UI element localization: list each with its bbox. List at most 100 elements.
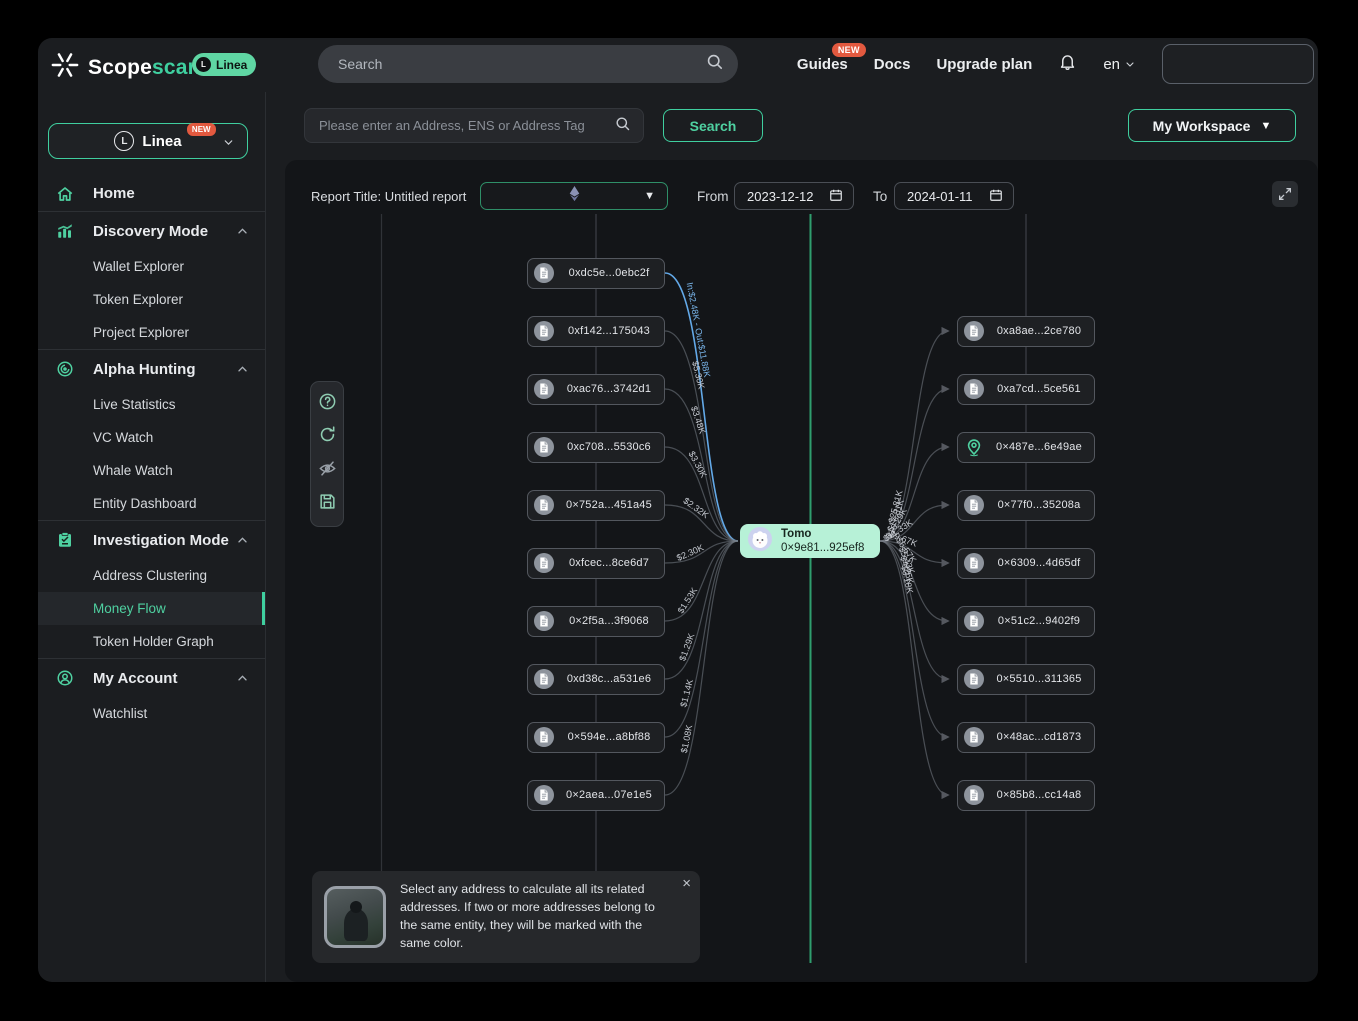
flow-edge-in[interactable] <box>665 541 738 795</box>
nav-guides[interactable]: Guides NEW <box>797 56 848 73</box>
global-search-input[interactable] <box>338 56 705 72</box>
sidebar-item-entity-dashboard[interactable]: Entity Dashboard <box>38 487 265 520</box>
sidebar-item-wallet-explorer[interactable]: Wallet Explorer <box>38 250 265 283</box>
address-node-in[interactable]: 0xc708...5530c6 <box>527 432 665 463</box>
brand-name: Scopescan <box>88 56 201 80</box>
from-date-picker[interactable]: 2023-12-12 <box>734 182 854 210</box>
chevron-down-icon <box>1124 58 1136 70</box>
document-icon <box>534 669 554 689</box>
address-node-out[interactable]: 0×6309...4d65df <box>957 548 1095 579</box>
network-selector[interactable]: L Linea NEW <box>48 123 248 159</box>
notifications-bell-icon[interactable] <box>1058 52 1077 76</box>
close-icon[interactable]: × <box>682 876 691 891</box>
eye-off-icon <box>318 459 337 483</box>
top-navigation: Guides NEW Docs Upgrade plan en <box>797 44 1314 84</box>
address-node-out[interactable]: 0×85b8...cc14a8 <box>957 780 1095 811</box>
expand-icon <box>1277 186 1293 202</box>
eth-token-icon <box>569 185 580 207</box>
sidebar-item-investigation-mode[interactable]: Investigation Mode <box>38 521 265 559</box>
address-search-input[interactable] <box>319 118 614 133</box>
eye-off-tool-button[interactable] <box>316 460 338 482</box>
sidebar-item-live-statistics[interactable]: Live Statistics <box>38 388 265 421</box>
network-badge: L Linea <box>192 53 256 76</box>
sidebar-item-vc-watch[interactable]: VC Watch <box>38 421 265 454</box>
address-node-out[interactable]: 0xa7cd...5ce561 <box>957 374 1095 405</box>
sidebar-item-whale-watch[interactable]: Whale Watch <box>38 454 265 487</box>
sidebar-item-alpha-hunting[interactable]: Alpha Hunting <box>38 350 265 388</box>
chevron-up-icon[interactable] <box>236 672 249 685</box>
address-search <box>304 108 644 143</box>
language-selector[interactable]: en <box>1103 56 1136 73</box>
address-node-in[interactable]: 0×2f5a...3f9068 <box>527 606 665 637</box>
search-button[interactable]: Search <box>663 109 763 142</box>
address-node-in[interactable]: 0xfcec...8ce6d7 <box>527 548 665 579</box>
save-tool-button[interactable] <box>316 493 338 515</box>
document-icon <box>534 263 554 283</box>
location-pin-icon <box>964 437 984 457</box>
document-icon <box>964 727 984 747</box>
linea-network-icon: L <box>114 131 134 151</box>
refresh-tool-button[interactable] <box>316 426 338 448</box>
home-icon <box>56 185 74 203</box>
nav-docs[interactable]: Docs <box>874 56 911 73</box>
address-node-in[interactable]: 0xac76...3742d1 <box>527 374 665 405</box>
to-date-picker[interactable]: 2024-01-11 <box>894 182 1014 210</box>
address-node-in[interactable]: 0xdc5e...0ebc2f <box>527 258 665 289</box>
sidebar-item-home[interactable]: Home <box>38 176 265 211</box>
brand[interactable]: Scopescan <box>50 50 201 85</box>
address-node-in[interactable]: 0×752a...451a45 <box>527 490 665 521</box>
address-node-out[interactable]: 0xa8ae...2ce780 <box>957 316 1095 347</box>
search-icon[interactable] <box>614 115 631 137</box>
address-node-out[interactable]: 0×51c2...9402f9 <box>957 606 1095 637</box>
sidebar: L Linea NEW Home Discovery Mode Wallet E… <box>38 92 266 982</box>
address-node-in[interactable]: 0×594e...a8bf88 <box>527 722 665 753</box>
my-account-icon <box>56 669 74 687</box>
flow-edge-in[interactable] <box>665 273 738 541</box>
caret-down-icon: ▼ <box>644 190 655 202</box>
address-node-out[interactable]: 0×77f0...35208a <box>957 490 1095 521</box>
chevron-down-icon <box>222 136 235 154</box>
scopescan-app: Scopescan L Linea Guides NEW Docs Upgrad… <box>0 0 1358 1021</box>
address-node-out[interactable]: 0×487e...6e49ae <box>957 432 1095 463</box>
sidebar-item-my-account[interactable]: My Account <box>38 659 265 697</box>
document-icon <box>964 669 984 689</box>
token-filter-dropdown[interactable]: ▼ <box>480 182 668 210</box>
tooltip-text: Select any address to calculate all its … <box>400 881 674 953</box>
sidebar-item-project-explorer[interactable]: Project Explorer <box>38 316 265 349</box>
sidebar-item-token-holder-graph[interactable]: Token Holder Graph <box>38 625 265 658</box>
document-icon <box>964 785 984 805</box>
save-icon <box>318 492 337 516</box>
sidebar-item-watchlist[interactable]: Watchlist <box>38 697 265 730</box>
sidebar-item-discovery-mode[interactable]: Discovery Mode <box>38 212 265 250</box>
address-node-out[interactable]: 0×48ac...cd1873 <box>957 722 1095 753</box>
discovery-mode-icon <box>56 222 74 240</box>
address-node-in[interactable]: 0xd38c...a531e6 <box>527 664 665 695</box>
search-icon[interactable] <box>705 52 724 76</box>
chevron-up-icon[interactable] <box>236 534 249 547</box>
sidebar-item-address-clustering[interactable]: Address Clustering <box>38 559 265 592</box>
new-badge: NEW <box>187 123 216 136</box>
linea-logo-icon: L <box>196 57 211 72</box>
address-node-in[interactable]: 0×2aea...07e1e5 <box>527 780 665 811</box>
fullscreen-button[interactable] <box>1272 181 1298 207</box>
document-icon <box>534 495 554 515</box>
center-address-node[interactable]: Tomo 0×9e81...925ef8 <box>740 524 880 558</box>
document-icon <box>534 611 554 631</box>
chevron-up-icon[interactable] <box>236 363 249 376</box>
my-workspace-button[interactable]: My Workspace▼ <box>1128 109 1296 142</box>
sidebar-item-money-flow[interactable]: Money Flow <box>38 592 265 625</box>
document-icon <box>534 321 554 341</box>
document-icon <box>964 611 984 631</box>
help-tool-button[interactable] <box>316 393 338 415</box>
caret-down-icon: ▼ <box>1260 120 1271 132</box>
sidebar-item-token-explorer[interactable]: Token Explorer <box>38 283 265 316</box>
address-node-in[interactable]: 0xf142...175043 <box>527 316 665 347</box>
center-node-address: 0×9e81...925ef8 <box>781 541 864 555</box>
chevron-up-icon[interactable] <box>236 225 249 238</box>
wallet-connect-box[interactable] <box>1162 44 1314 84</box>
calendar-icon <box>989 188 1003 205</box>
address-node-out[interactable]: 0×5510...311365 <box>957 664 1095 695</box>
nav-upgrade-plan[interactable]: Upgrade plan <box>936 56 1032 73</box>
flow-edge-in[interactable] <box>665 541 738 737</box>
document-icon <box>534 437 554 457</box>
